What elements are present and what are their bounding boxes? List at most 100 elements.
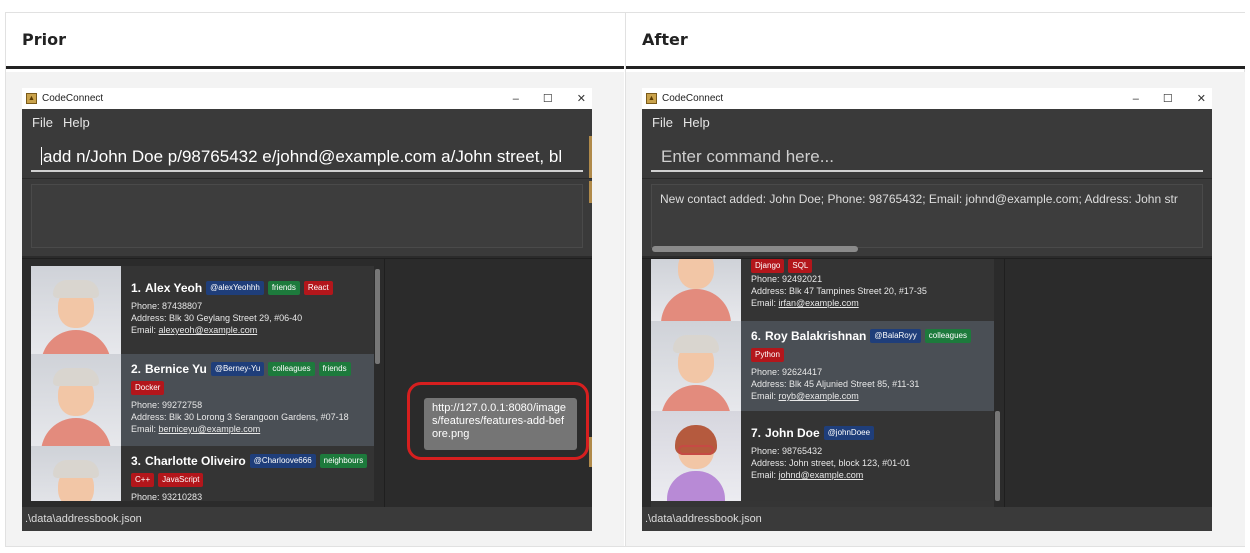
avatar bbox=[31, 446, 121, 501]
tag-handle: @BalaRoyy bbox=[870, 329, 921, 343]
person-phone: Phone: 98765432 bbox=[751, 446, 823, 456]
person-email[interactable]: johnd@example.com bbox=[779, 470, 864, 480]
tag-javascript: JavaScript bbox=[158, 473, 204, 487]
person-index: 6. bbox=[751, 329, 762, 343]
person-index: 2. bbox=[131, 362, 142, 376]
person-card-selected[interactable]: 6. Roy Balakrishnan @BalaRoyy colleagues… bbox=[651, 321, 994, 411]
email-label: Email: bbox=[131, 424, 157, 434]
tag-sql: SQL bbox=[788, 259, 813, 273]
command-input[interactable]: add n/John Doe p/98765432 e/johnd@exampl… bbox=[31, 142, 583, 172]
avatar bbox=[651, 321, 741, 411]
image-url-tooltip: http://127.0.0.1:8080/images/features/fe… bbox=[424, 398, 577, 450]
person-address: Address: Blk 30 Geylang Street 29, #06-4… bbox=[131, 313, 303, 323]
person-email[interactable]: berniceyu@example.com bbox=[159, 424, 261, 434]
menu-bar: File Help bbox=[642, 109, 1212, 136]
person-card[interactable]: 3. Charlotte Oliveiro @Charloove666 neig… bbox=[31, 446, 374, 501]
person-name: Alex Yeoh bbox=[145, 281, 203, 295]
close-icon[interactable]: ✕ bbox=[1197, 92, 1206, 105]
result-text: New contact added: John Doe; Phone: 9876… bbox=[651, 184, 1203, 248]
person-index: 1. bbox=[131, 281, 142, 295]
person-list[interactable]: Django SQL Phone: 92492021 Address: Blk … bbox=[651, 259, 994, 508]
window-title: CodeConnect bbox=[42, 93, 104, 104]
tag-neighbours: neighbours bbox=[319, 454, 368, 468]
person-card[interactable]: 7. John Doe @johnDoee Phone: 98765432 Ad… bbox=[651, 411, 994, 501]
email-label: Email: bbox=[751, 470, 777, 480]
person-list-panel: Django SQL Phone: 92492021 Address: Blk … bbox=[642, 258, 1212, 508]
after-column: After ▲ CodeConnect – ☐ ✕ File Help Ente… bbox=[625, 13, 1245, 546]
tag-python: Python bbox=[751, 348, 784, 362]
person-email[interactable]: irfan@example.com bbox=[779, 298, 859, 308]
tooltip-highlight: http://127.0.0.1:8080/images/features/fe… bbox=[407, 382, 589, 460]
person-name: Roy Balakrishnan bbox=[765, 329, 867, 343]
app-window: ▲ CodeConnect – ☐ ✕ File Help Enter comm… bbox=[642, 88, 1212, 531]
avatar bbox=[651, 259, 741, 321]
person-card[interactable]: 1. Alex Yeoh @alexYeohhh friends React P… bbox=[31, 266, 374, 354]
app-logo-icon: ▲ bbox=[26, 93, 37, 104]
tag-colleagues: colleagues bbox=[268, 362, 315, 376]
prior-column: Prior ▲ CodeConnect – ☐ ✕ File Help add … bbox=[6, 13, 624, 546]
menu-help[interactable]: Help bbox=[683, 115, 710, 130]
person-address: Address: John street, block 123, #01-01 bbox=[751, 458, 911, 468]
maximize-icon[interactable]: ☐ bbox=[1163, 92, 1173, 105]
window-title: CodeConnect bbox=[662, 93, 724, 104]
person-card-selected[interactable]: 2. Bernice Yu @Berney-Yu colleagues frie… bbox=[31, 354, 374, 446]
email-label: Email: bbox=[131, 325, 157, 335]
menu-help[interactable]: Help bbox=[63, 115, 90, 130]
person-phone: Phone: 99272758 bbox=[131, 400, 203, 410]
command-value: add n/John Doe p/98765432 e/johnd@exampl… bbox=[43, 147, 563, 166]
tag-docker: Docker bbox=[131, 381, 165, 395]
tag-react: React bbox=[303, 281, 333, 295]
result-text bbox=[31, 184, 583, 248]
title-bar: ▲ CodeConnect – ☐ ✕ bbox=[22, 88, 592, 109]
person-card[interactable]: Django SQL Phone: 92492021 Address: Blk … bbox=[651, 259, 994, 321]
app-window: ▲ CodeConnect – ☐ ✕ File Help add n/John… bbox=[22, 88, 592, 531]
avatar-girl bbox=[651, 411, 741, 501]
menu-bar: File Help bbox=[22, 109, 592, 136]
minimize-icon[interactable]: – bbox=[1133, 93, 1139, 105]
app-logo-icon: ▲ bbox=[646, 93, 657, 104]
tag-handle: @alexYeohhh bbox=[206, 281, 264, 295]
person-list[interactable]: 1. Alex Yeoh @alexYeohhh friends React P… bbox=[31, 266, 374, 501]
tag-handle: @Charloove666 bbox=[249, 454, 316, 468]
after-cell: ▲ CodeConnect – ☐ ✕ File Help Enter comm… bbox=[626, 72, 1245, 546]
status-bar: .\data\addressbook.json bbox=[22, 507, 592, 531]
tag-friends: friends bbox=[318, 362, 351, 376]
detail-panel bbox=[1004, 259, 1212, 508]
menu-file[interactable]: File bbox=[32, 115, 53, 130]
result-display bbox=[22, 178, 592, 256]
email-label: Email: bbox=[751, 391, 777, 401]
tag-handle: @Berney-Yu bbox=[210, 362, 265, 376]
comparison-table: Prior ▲ CodeConnect – ☐ ✕ File Help add … bbox=[5, 12, 1245, 547]
menu-file[interactable]: File bbox=[652, 115, 673, 130]
tag-cpp: C++ bbox=[131, 473, 155, 487]
person-phone: Phone: 92624417 bbox=[751, 367, 823, 377]
command-box: add n/John Doe p/98765432 e/johnd@exampl… bbox=[22, 136, 592, 178]
avatar bbox=[31, 354, 121, 446]
person-email[interactable]: royb@example.com bbox=[779, 391, 859, 401]
person-index: 7. bbox=[751, 426, 762, 440]
maximize-icon[interactable]: ☐ bbox=[543, 92, 553, 105]
person-index: 3. bbox=[131, 454, 142, 468]
avatar bbox=[31, 266, 121, 354]
person-name: John Doe bbox=[765, 426, 820, 440]
close-icon[interactable]: ✕ bbox=[577, 92, 586, 105]
prior-cell: ▲ CodeConnect – ☐ ✕ File Help add n/John… bbox=[6, 72, 624, 546]
list-scrollbar[interactable] bbox=[995, 411, 1000, 501]
prior-heading: Prior bbox=[6, 13, 624, 69]
tag-friends: friends bbox=[267, 281, 300, 295]
person-email[interactable]: alexyeoh@example.com bbox=[159, 325, 258, 335]
after-heading: After bbox=[626, 13, 1245, 69]
status-bar: .\data\addressbook.json bbox=[642, 507, 1212, 531]
text-caret bbox=[41, 147, 42, 165]
result-h-scrollbar[interactable] bbox=[652, 246, 858, 252]
command-input[interactable]: Enter command here... bbox=[651, 142, 1203, 172]
tag-django: Django bbox=[751, 259, 785, 273]
person-name: Charlotte Oliveiro bbox=[145, 454, 246, 468]
list-scrollbar[interactable] bbox=[375, 269, 380, 364]
tag-colleagues: colleagues bbox=[924, 329, 971, 343]
person-phone: Phone: 87438807 bbox=[131, 301, 203, 311]
title-bar: ▲ CodeConnect – ☐ ✕ bbox=[642, 88, 1212, 109]
tag-handle: @johnDoee bbox=[823, 426, 875, 440]
person-address: Address: Blk 45 Aljunied Street 85, #11-… bbox=[751, 379, 920, 389]
minimize-icon[interactable]: – bbox=[513, 93, 519, 105]
